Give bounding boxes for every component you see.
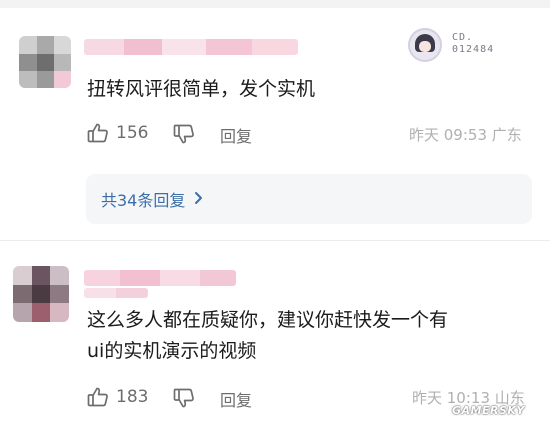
dislike-button[interactable] <box>172 386 196 410</box>
avatar[interactable] <box>13 266 69 322</box>
like-button[interactable]: 183 <box>86 385 148 409</box>
chevron-right-icon <box>193 190 203 209</box>
fan-badge-text: CD. 012484 <box>452 32 495 55</box>
username-blurred[interactable] <box>84 39 298 55</box>
watermark-logo: GAMERSKY <box>452 404 525 417</box>
username-blurred[interactable] <box>84 270 236 286</box>
thumbs-up-icon <box>86 121 110 145</box>
like-count: 156 <box>116 123 149 143</box>
thumbs-down-icon <box>172 122 196 146</box>
fan-badge-icon <box>408 28 442 62</box>
view-replies-button[interactable]: 共34条回复 <box>86 174 532 224</box>
reply-button[interactable]: 回复 <box>220 387 252 411</box>
avatar[interactable] <box>19 36 71 88</box>
comment-text: 这么多人都在质疑你，建议你赶快发一个有 ui的实机演示的视频 <box>87 309 449 362</box>
top-edge <box>0 0 550 8</box>
comment-divider <box>0 240 550 241</box>
reply-button[interactable]: 回复 <box>220 123 252 147</box>
replies-count-label: 共34条回复 <box>101 191 186 210</box>
timestamp-location: 昨天 09:53 广东 <box>409 126 522 144</box>
comment-text: 扭转风评很简单，发个实机 <box>87 78 316 100</box>
dislike-button[interactable] <box>172 122 196 146</box>
thumbs-down-icon <box>172 386 196 410</box>
like-count: 183 <box>116 387 149 407</box>
thumbs-up-icon <box>86 385 110 409</box>
like-button[interactable]: 156 <box>86 121 148 145</box>
user-level-blurred <box>84 288 148 298</box>
